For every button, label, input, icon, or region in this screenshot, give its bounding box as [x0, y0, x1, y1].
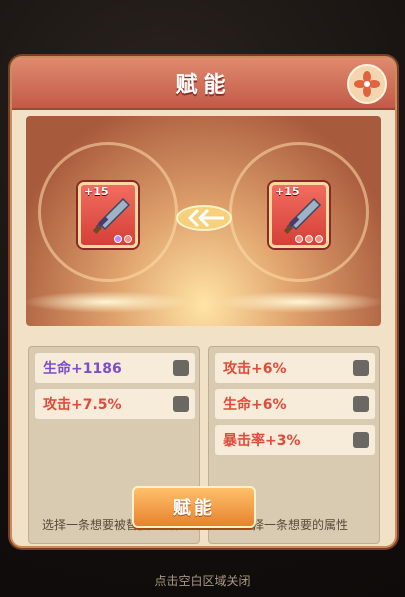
attribute-checkbox[interactable] — [353, 360, 369, 376]
attribute-checkbox[interactable] — [353, 432, 369, 448]
attribute-checkbox[interactable] — [173, 360, 189, 376]
enhance-dialog: 赋能 +15 +15 生命+1186 攻击+7.5% 选择一条想要被替换的属性 … — [12, 58, 395, 546]
enhance-button[interactable]: 赋能 — [132, 486, 256, 528]
attribute-label: 攻击+6% — [223, 361, 287, 377]
dialog-header: 赋能 — [12, 58, 395, 110]
attribute-label: 生命+6% — [223, 397, 287, 413]
attribute-checkbox[interactable] — [173, 396, 189, 412]
attribute-label: 生命+1186 — [43, 361, 122, 377]
left-attribute-row[interactable]: 生命+1186 — [35, 353, 195, 383]
attribute-label: 攻击+7.5% — [43, 397, 122, 413]
item-stars — [295, 235, 323, 243]
transfer-arrow-icon — [176, 205, 232, 231]
left-pedestal-glow — [22, 291, 192, 313]
attribute-checkbox[interactable] — [353, 396, 369, 412]
item-stars — [114, 235, 132, 243]
right-attribute-row[interactable]: 暴击率+3% — [215, 425, 375, 455]
close-button[interactable] — [347, 64, 387, 104]
attribute-label: 暴击率+3% — [223, 433, 301, 449]
close-hint: 点击空白区域关闭 — [154, 574, 251, 588]
right-pedestal-glow — [215, 291, 385, 313]
left-attribute-row[interactable]: 攻击+7.5% — [35, 389, 195, 419]
dialog-title: 赋能 — [175, 73, 232, 98]
right-attribute-row[interactable]: 生命+6% — [215, 389, 375, 419]
right-item-card[interactable]: +15 — [269, 182, 329, 248]
item-stage: +15 +15 — [22, 116, 385, 326]
sword-icon — [92, 197, 131, 234]
close-icon — [354, 71, 380, 97]
right-attribute-row[interactable]: 攻击+6% — [215, 353, 375, 383]
enhance-button-label: 赋能 — [173, 498, 215, 519]
sword-icon — [283, 197, 322, 234]
left-item-card[interactable]: +15 — [78, 182, 138, 248]
